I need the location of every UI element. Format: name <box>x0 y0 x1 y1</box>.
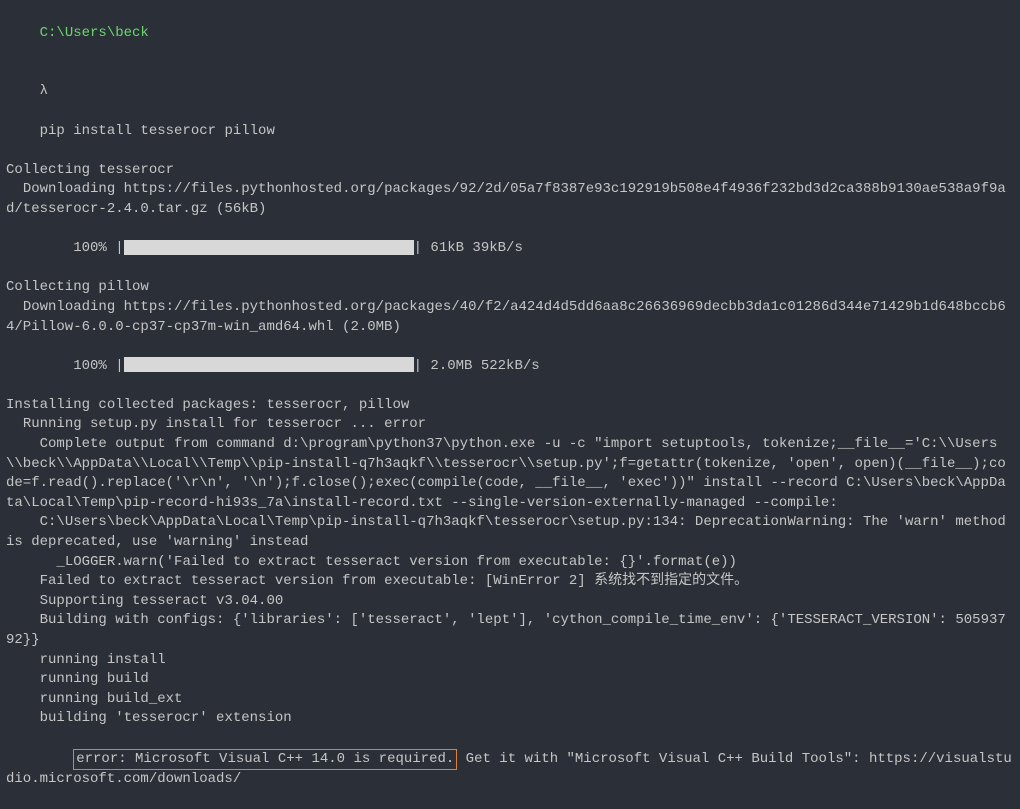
progress-percent: 100% | <box>40 358 124 374</box>
error-highlight-box: error: Microsoft Visual C++ 14.0 is requ… <box>73 749 457 771</box>
command-text: pip install tesserocr pillow <box>40 123 275 139</box>
output-line: running build <box>6 670 1014 690</box>
output-line: Supporting tesseract v3.04.00 <box>6 592 1014 612</box>
output-line: Building with configs: {'libraries': ['t… <box>6 611 1014 650</box>
error-line: error: Microsoft Visual C++ 14.0 is requ… <box>6 729 1014 809</box>
progress-percent: 100% | <box>40 240 124 256</box>
output-line: Installing collected packages: tesserocr… <box>6 396 1014 416</box>
error-indent <box>40 751 74 767</box>
output-line: C:\Users\beck\AppData\Local\Temp\pip-ins… <box>6 513 1014 552</box>
output-line: Failed to extract tesseract version from… <box>6 572 1014 592</box>
output-line: Running setup.py install for tesserocr .… <box>6 415 1014 435</box>
progress-line-2: 100% | | 2.0MB 522kB/s <box>6 337 1014 396</box>
progress-line-1: 100% | | 61kB 39kB/s <box>6 220 1014 279</box>
output-line: Collecting tesserocr <box>6 161 1014 181</box>
output-line: building 'tesserocr' extension <box>6 709 1014 729</box>
output-line: running build_ext <box>6 690 1014 710</box>
output-line: Complete output from command d:\program\… <box>6 435 1014 513</box>
command-line: λ pip install tesserocr pillow <box>6 63 1014 161</box>
output-line: _LOGGER.warn('Failed to extract tesserac… <box>6 553 1014 573</box>
progress-stats: | 61kB 39kB/s <box>414 240 523 256</box>
output-line: running install <box>6 651 1014 671</box>
progress-bar-1 <box>124 240 414 255</box>
progress-stats: | 2.0MB 522kB/s <box>414 358 540 374</box>
prompt-line: C:\Users\beck <box>6 4 1014 63</box>
progress-bar-2 <box>124 357 414 372</box>
output-line: Downloading https://files.pythonhosted.o… <box>6 298 1014 337</box>
prompt-path: C:\Users\beck <box>40 25 149 41</box>
output-line: Downloading https://files.pythonhosted.o… <box>6 180 1014 219</box>
prompt-symbol: λ <box>40 83 48 99</box>
output-line: Collecting pillow <box>6 278 1014 298</box>
terminal-output: C:\Users\beck λ pip install tesserocr pi… <box>6 4 1014 809</box>
